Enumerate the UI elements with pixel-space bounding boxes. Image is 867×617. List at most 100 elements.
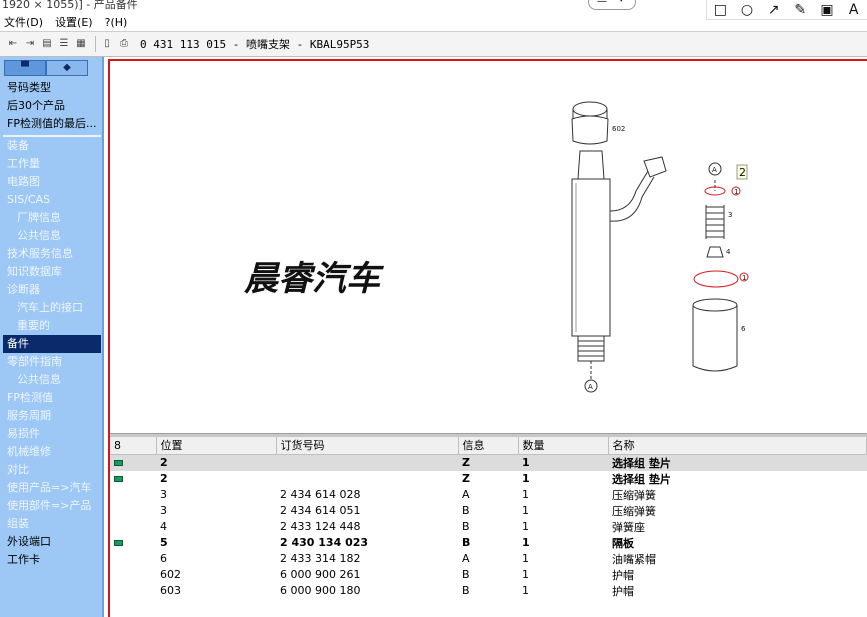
sidebar-item: 汽车上的接口 (17, 301, 83, 314)
forward-icon[interactable]: ⇥ (23, 37, 37, 51)
table-cell-order: 2 433 314 182 (280, 552, 361, 565)
table-cell-flag (110, 551, 156, 567)
sidebar-nav-list: 装备 工作量 电路图 SIS/CAS 厂牌信息 公共信息 技术服务信息 知识数据库 诊断器 汽车上… (3, 137, 101, 569)
diagram-injector-body (571, 178, 611, 337)
table-cell-qty: 1 (522, 520, 529, 533)
table-cell-pos: 603 (160, 584, 181, 597)
table-cell-order: 2 434 614 028 (280, 488, 361, 501)
mosaic-icon[interactable]: ▣ (818, 1, 836, 19)
table-cell-info: Z (462, 472, 470, 485)
car-icon: ▀ (21, 62, 29, 73)
window-title: 1920 × 1055)] - 产品备件 (2, 0, 138, 11)
table-cell-info: B (462, 568, 470, 581)
table-cell-name: 选择组 垫片 (608, 454, 867, 471)
list-icon[interactable]: ☰ (57, 37, 71, 51)
text-icon[interactable]: A (845, 1, 863, 19)
menu-help[interactable]: ?(H) (105, 16, 128, 29)
menu-file[interactable]: 文件(D) (4, 14, 43, 30)
column-header-name[interactable]: 名称 (608, 437, 867, 455)
sidebar-item: 对比 (7, 463, 29, 476)
column-header-quantity[interactable]: 数量 (518, 437, 609, 455)
table-row[interactable]: 3 2 434 614 051 B 1 压缩弹簧 (110, 503, 867, 519)
sidebar-item-fp-last-values[interactable]: FP检测值的最后... (3, 115, 101, 133)
sidebar-item: 重要的 (17, 319, 50, 332)
sidebar-item[interactable]: 工作卡 (3, 551, 101, 569)
column-header-order-number[interactable]: 订货号码 (276, 437, 459, 455)
table-cell-flag (110, 454, 156, 471)
table-cell-order: 2 434 614 051 (280, 504, 361, 517)
table-cell-order: 2 430 134 023 (280, 536, 369, 549)
table-cell-name: 护帽 (612, 568, 634, 582)
document-icon[interactable]: ▯ (100, 37, 114, 51)
book-icon[interactable]: ▤ (40, 37, 54, 51)
table-cell-name: 压缩弹簧 (612, 488, 656, 502)
table-cell-pos: 3 (160, 488, 167, 501)
table-cell-order (276, 471, 458, 487)
menu-bar: 文件(D) 设置(E) ?(H) (0, 13, 706, 31)
back-icon[interactable]: ⇤ (6, 37, 20, 51)
table-cell-name: 压缩弹簧 (612, 504, 656, 518)
diagram-callout-text: 602 (612, 125, 625, 133)
table-row[interactable]: 603 6 000 900 180 B 1 护帽 (110, 583, 867, 599)
toolbar-divider (95, 36, 96, 52)
table-cell-qty: 1 (522, 584, 529, 597)
collapse-pill[interactable]: — ▾ (588, 0, 636, 10)
table-row[interactable]: 602 6 000 900 261 B 1 护帽 (110, 567, 867, 583)
diagram-callout-text: 2 (739, 166, 746, 179)
square-icon[interactable]: □ (711, 1, 729, 19)
sidebar-item: 技术服务信息 (7, 247, 73, 260)
sidebar-item: 电路图 (7, 175, 40, 188)
table-row[interactable]: 2 Z 1 选择组 垫片 (110, 471, 867, 487)
pencil-icon[interactable]: ✎ (791, 1, 809, 19)
table-cell-qty: 1 (522, 504, 529, 517)
table-cell-pos: 4 (160, 520, 167, 533)
diagram-spring-seat (706, 246, 724, 258)
table-cell-name: 隔板 (612, 536, 634, 550)
parts-diagram: 602 A 2 1 1 4 3 6 A (571, 101, 749, 393)
table-row[interactable]: 2 Z 1 选择组 垫片 (110, 454, 867, 471)
diagram-nozzle-nut-top (692, 298, 738, 312)
main-panel: 602 A 2 1 1 4 3 6 A 晨睿汽车 8 位置 订货号码 信息 数量… (108, 59, 867, 617)
app-window: 1920 × 1055)] - 产品备件 — ▾ □ ○ ↗ ✎ ▣ A 文件(… (0, 0, 867, 617)
column-header-flag[interactable]: 8 (110, 437, 157, 455)
tab-vehicle[interactable]: ▀ (4, 60, 46, 76)
table-row[interactable]: 5 2 430 134 023 B 1 隔板 (110, 535, 867, 551)
group-expand-icon[interactable] (114, 540, 123, 546)
table-cell-name: 弹簧座 (612, 520, 645, 534)
column-header-position[interactable]: 位置 (156, 437, 277, 455)
parts-table-body: 2 Z 1 选择组 垫片 2 Z 1 选择组 垫片 3 2 434 614 028 A 1 压缩弹簧 3 2… (110, 454, 867, 599)
diagram-nozzle-nut (692, 305, 738, 372)
column-header-info[interactable]: 信息 (458, 437, 519, 455)
sidebar-item-last-30-products[interactable]: 后30个产品 (3, 97, 101, 115)
table-row[interactable]: 3 2 434 614 028 A 1 压缩弹簧 (110, 487, 867, 503)
table-cell-info: B (462, 536, 471, 549)
table-cell-order: 2 433 124 448 (280, 520, 361, 533)
sidebar-item[interactable]: 备件 (3, 335, 101, 353)
menu-settings[interactable]: 设置(E) (55, 14, 93, 30)
table-cell-qty: 1 (522, 472, 530, 485)
table-cell-info: B (462, 584, 470, 597)
table-cell-order (276, 454, 458, 471)
group-expand-icon[interactable] (114, 476, 123, 482)
table-cell-pos: 2 (160, 472, 168, 485)
table-row[interactable]: 4 2 433 124 448 B 1 弹簧座 (110, 519, 867, 535)
diagram-bottom-thread (577, 335, 605, 362)
grid-icon[interactable]: ▦ (74, 37, 88, 51)
table-cell-name: 油嘴紧帽 (612, 552, 656, 566)
sidebar-top-list: 号码类型 后30个产品 FP检测值的最后... (3, 79, 101, 133)
diagram-callout-text: A (588, 383, 593, 391)
parts-table: 8 位置 订货号码 信息 数量 名称 2 Z 1 选择组 垫片 2 Z 1 选择组 垫片 3 2 … (110, 437, 867, 599)
table-row[interactable]: 6 2 433 314 182 A 1 油嘴紧帽 (110, 551, 867, 567)
diagram-callout-text: 1 (742, 274, 746, 282)
table-cell-flag (110, 535, 156, 551)
arrow-icon[interactable]: ↗ (765, 1, 783, 19)
circle-icon[interactable]: ○ (738, 1, 756, 19)
tab-parts[interactable]: ◆ (46, 60, 88, 76)
diagram-callout-text: 1 (734, 188, 738, 196)
diagram-callout-text: 4 (726, 248, 731, 256)
table-cell-name: 选择组 垫片 (612, 472, 671, 486)
print-icon[interactable]: ⎙ (117, 37, 131, 51)
group-expand-icon[interactable] (114, 460, 123, 466)
sidebar-item-number-type[interactable]: 号码类型 (3, 79, 101, 97)
sidebar-item[interactable]: 外设端口 (3, 533, 101, 551)
